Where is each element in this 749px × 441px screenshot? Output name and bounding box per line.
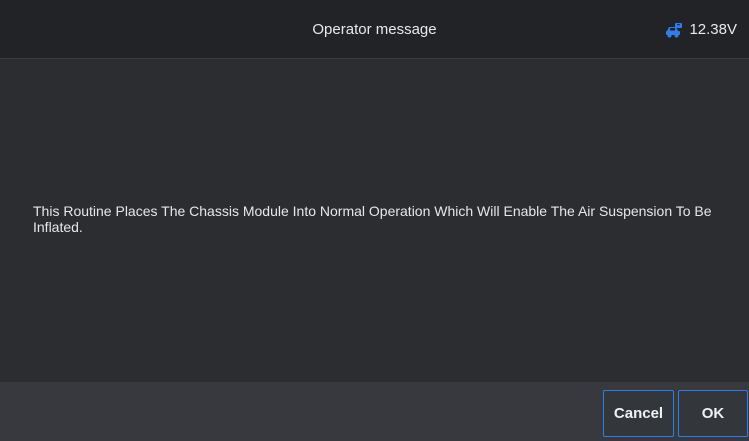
vehicle-battery-icon [666, 22, 684, 38]
voltage-value: 12.38V [689, 21, 737, 38]
button-bar: Cancel OK [0, 382, 749, 441]
page-title: Operator message [312, 21, 437, 38]
ok-button[interactable]: OK [678, 390, 748, 437]
battery-voltage-indicator: 12.38V [666, 0, 737, 59]
message-area: This Routine Places The Chassis Module I… [0, 59, 749, 382]
cancel-button[interactable]: Cancel [603, 390, 674, 437]
operator-message-text: This Routine Places The Chassis Module I… [33, 203, 712, 235]
title-bar: Operator message 12.38V [0, 0, 749, 59]
